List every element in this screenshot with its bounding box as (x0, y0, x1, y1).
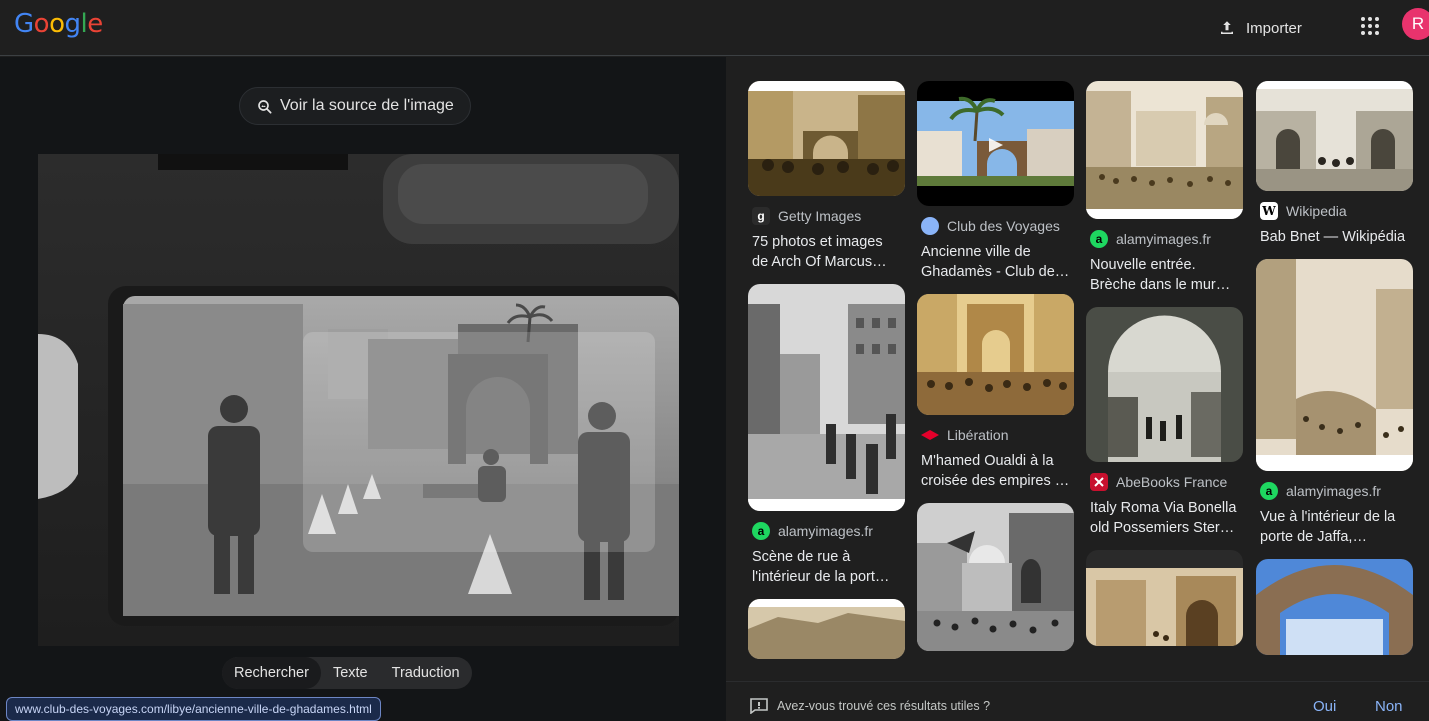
result-source[interactable]: Club des Voyages (947, 218, 1060, 234)
view-image-source-label: Voir la source de l'image (280, 97, 454, 114)
result-source[interactable]: alamyimages.fr (778, 523, 873, 539)
result-card[interactable]: a alamyimages.fr Vue à l'intérieur de la… (1256, 259, 1413, 547)
result-source[interactable]: Libération (947, 427, 1009, 443)
result-thumbnail[interactable] (1086, 550, 1243, 646)
result-title[interactable]: Scène de rue à l'intérieur de la port… (752, 547, 901, 587)
query-image[interactable] (38, 154, 679, 646)
result-title[interactable]: Nouvelle entrée. Brèche dans le mur… (1090, 255, 1239, 295)
result-title[interactable]: M'hamed Oualdi à la croisée des empires … (921, 451, 1070, 491)
results-column-2: Club des Voyages Ancienne ville de Ghada… (917, 81, 1074, 663)
result-card[interactable]: g Getty Images 75 photos et images de Ar… (748, 81, 905, 272)
status-url-tooltip: www.club-des-voyages.com/libye/ancienne-… (6, 697, 381, 721)
lens-mode-selector: Rechercher Texte Traduction (222, 657, 472, 689)
mode-translate[interactable]: Traduction (380, 657, 472, 689)
alamy-favicon: a (1090, 230, 1108, 248)
feedback-question: Avez-vous trouvé ces résultats utiles ? (777, 699, 991, 713)
feedback-no-button[interactable]: Non (1375, 698, 1403, 715)
results-column-1: g Getty Images 75 photos et images de Ar… (748, 81, 905, 671)
feedback-yes-button[interactable]: Oui (1313, 698, 1336, 715)
result-thumbnail[interactable] (748, 284, 905, 511)
result-card-partial[interactable] (1256, 559, 1413, 655)
mode-text[interactable]: Texte (321, 657, 380, 689)
result-thumbnail[interactable] (748, 599, 905, 659)
result-thumbnail[interactable] (1256, 559, 1413, 655)
top-bar: Google Importer R (0, 0, 1429, 56)
result-card-partial[interactable] (1086, 550, 1243, 646)
query-image-panel: Voir la source de l'image Rechercher Tex… (0, 57, 726, 721)
result-source[interactable]: AbeBooks France (1116, 474, 1227, 490)
mode-search[interactable]: Rechercher (222, 657, 321, 689)
result-thumbnail[interactable] (1086, 307, 1243, 462)
result-title[interactable]: Ancienne ville de Ghadamès - Club de… (921, 242, 1070, 282)
image-search-icon (258, 100, 272, 114)
results-column-4: W Wikipedia Bab Bnet — Wikipédia a alamy… (1256, 81, 1413, 667)
result-card[interactable]: a alamyimages.fr Scène de rue à l'intéri… (748, 284, 905, 587)
results-column-3: a alamyimages.fr Nouvelle entrée. Brèche… (1086, 81, 1243, 658)
result-thumbnail[interactable] (1086, 81, 1243, 219)
abebooks-favicon (1090, 473, 1108, 491)
upload-button[interactable]: Importer (1218, 14, 1302, 42)
result-card[interactable]: Club des Voyages Ancienne ville de Ghada… (917, 81, 1074, 282)
result-thumbnail[interactable] (917, 294, 1074, 415)
result-thumbnail[interactable] (1256, 81, 1413, 191)
result-title[interactable]: 75 photos et images de Arch Of Marcus… (752, 232, 901, 272)
result-source[interactable]: alamyimages.fr (1116, 231, 1211, 247)
result-card-partial[interactable] (917, 503, 1074, 651)
result-thumbnail[interactable] (917, 81, 1074, 206)
feedback-icon (750, 698, 768, 714)
result-card[interactable]: AbeBooks France Italy Roma Via Bonella o… (1086, 307, 1243, 538)
liberation-favicon (921, 426, 939, 444)
view-image-source-button[interactable]: Voir la source de l'image (239, 87, 471, 125)
alamy-favicon: a (752, 522, 770, 540)
account-avatar[interactable]: R (1402, 8, 1429, 40)
wikipedia-favicon: W (1260, 202, 1278, 220)
result-source[interactable]: alamyimages.fr (1286, 483, 1381, 499)
result-source[interactable]: Wikipedia (1286, 203, 1347, 219)
result-thumbnail[interactable] (1256, 259, 1413, 471)
feedback-bar: Avez-vous trouvé ces résultats utiles ? … (726, 681, 1429, 721)
result-thumbnail[interactable] (917, 503, 1074, 651)
upload-label: Importer (1246, 19, 1302, 37)
upload-icon (1221, 21, 1233, 34)
result-card[interactable]: Libération M'hamed Oualdi à la croisée d… (917, 294, 1074, 491)
result-card[interactable]: W Wikipedia Bab Bnet — Wikipédia (1256, 81, 1413, 247)
result-title[interactable]: Bab Bnet — Wikipédia (1260, 227, 1409, 247)
result-title[interactable]: Italy Roma Via Bonella old Possemiers St… (1090, 498, 1239, 538)
result-source[interactable]: Getty Images (778, 208, 861, 224)
visual-matches-grid: g Getty Images 75 photos et images de Ar… (726, 57, 1429, 681)
result-title[interactable]: Vue à l'intérieur de la porte de Jaffa,… (1260, 507, 1409, 547)
google-logo[interactable]: Google (14, 9, 103, 39)
getty-images-favicon: g (752, 207, 770, 225)
result-thumbnail[interactable] (748, 81, 905, 196)
club-des-voyages-favicon (921, 217, 939, 235)
result-card[interactable]: a alamyimages.fr Nouvelle entrée. Brèche… (1086, 81, 1243, 295)
alamy-favicon: a (1260, 482, 1278, 500)
apps-grid-icon[interactable] (1358, 14, 1382, 38)
result-card-partial[interactable] (748, 599, 905, 659)
